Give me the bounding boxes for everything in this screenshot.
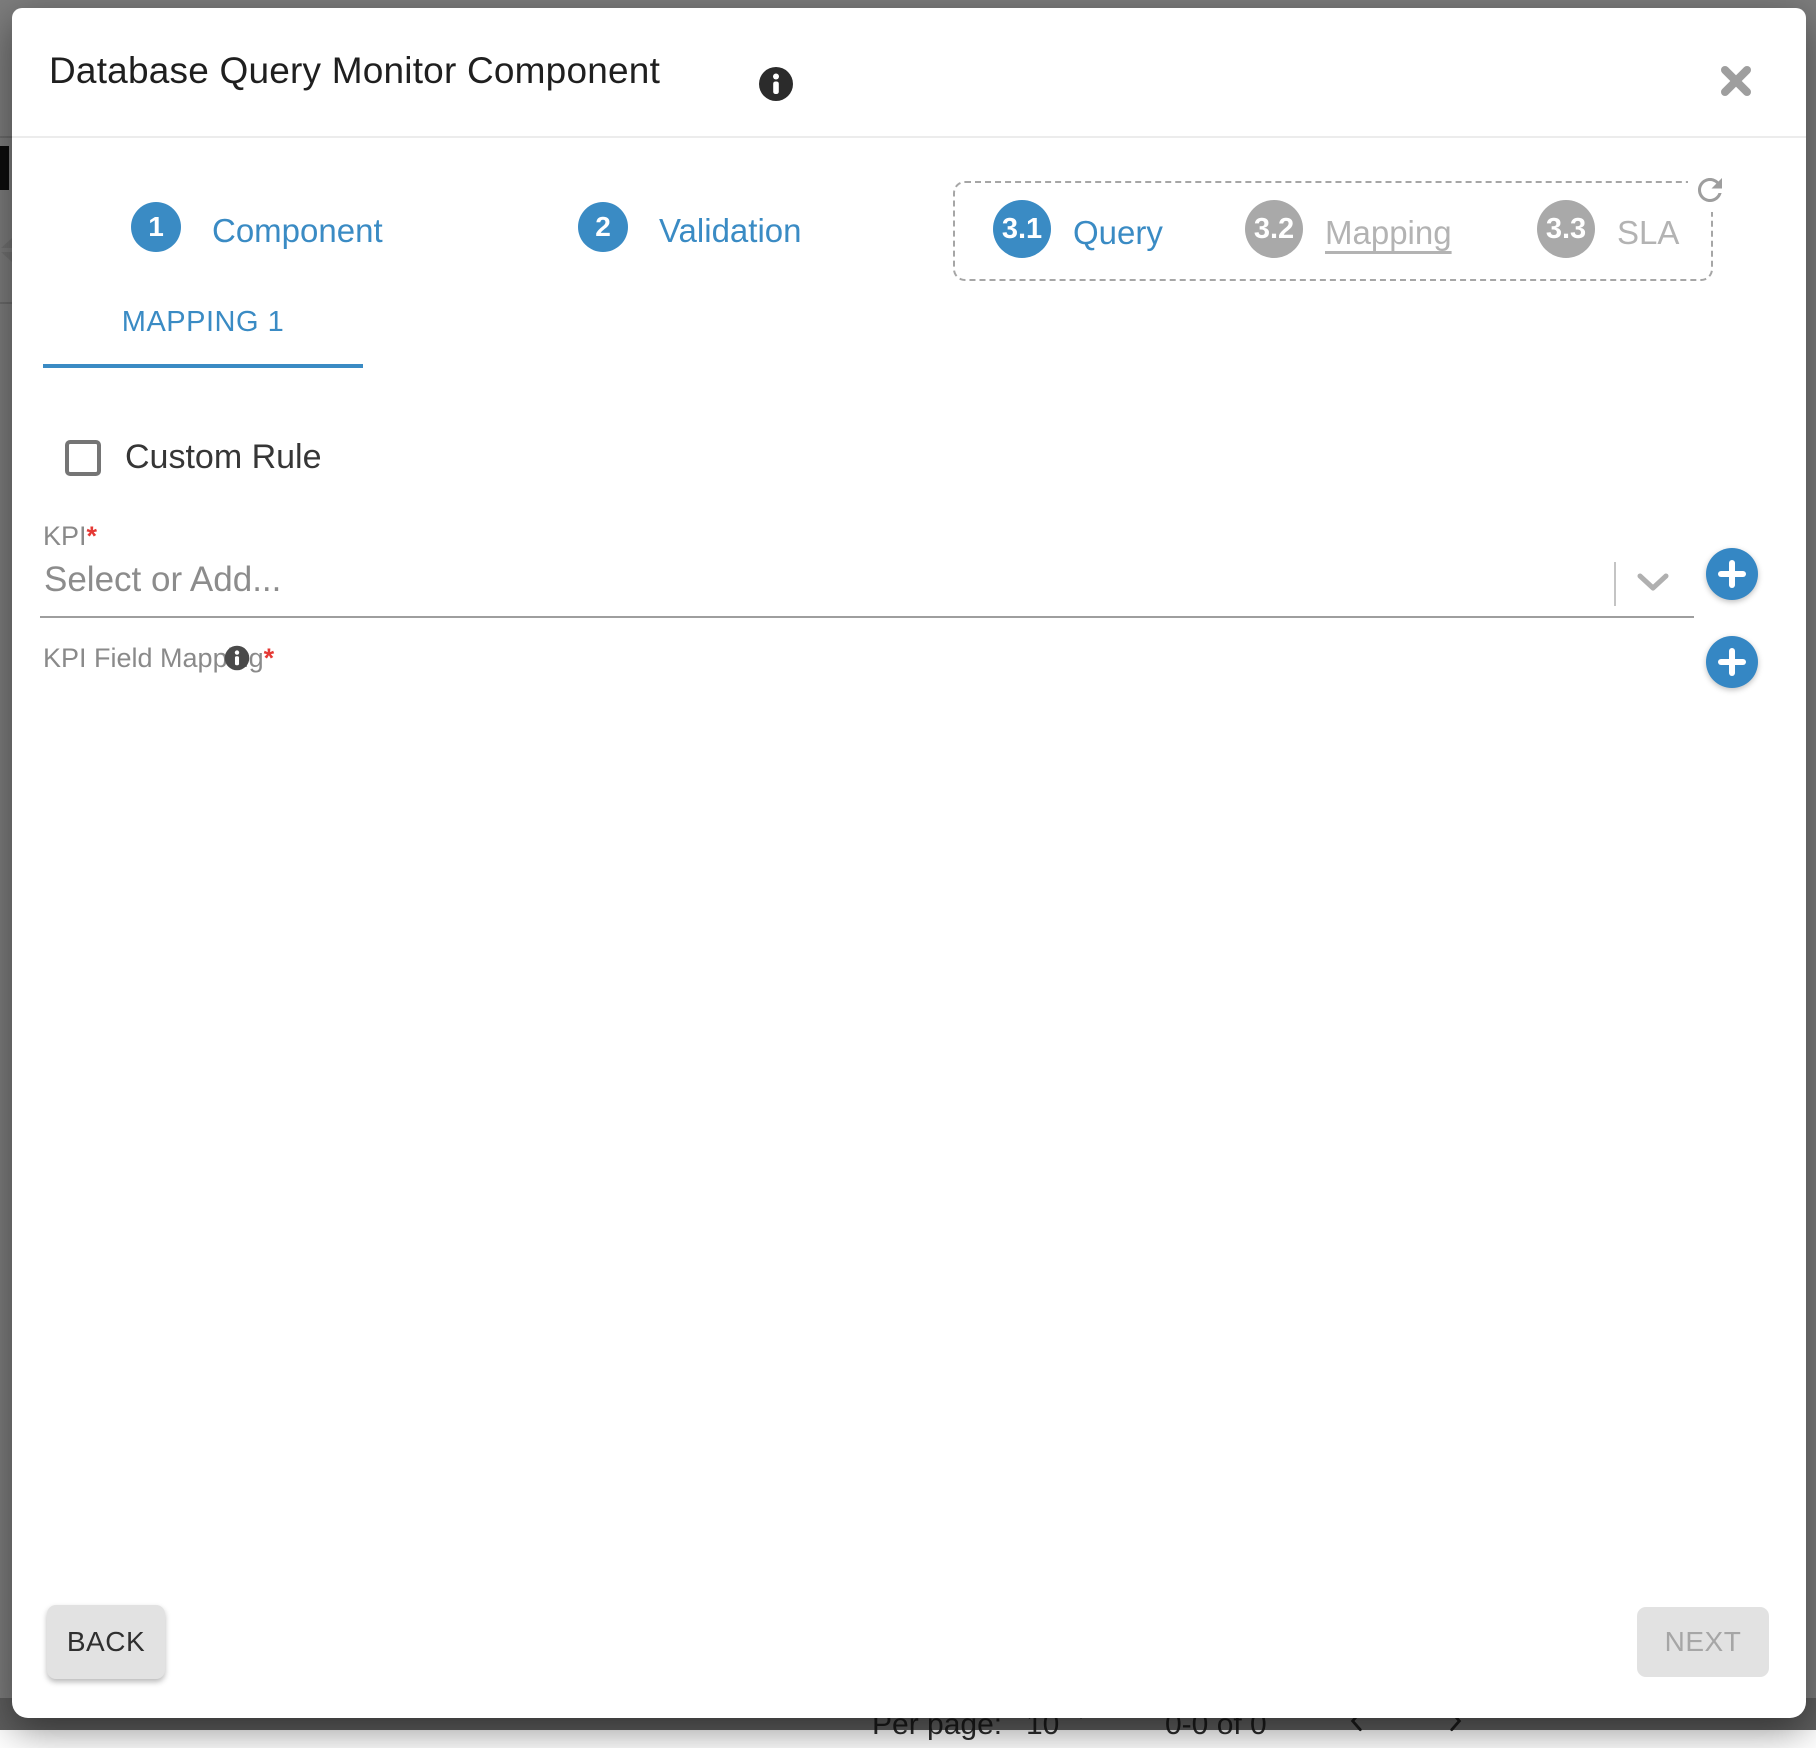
tab-mapping-1-label: MAPPING 1 bbox=[43, 306, 363, 339]
kpi-field-mapping-required-marker: * bbox=[264, 643, 275, 673]
step-3-1-label[interactable]: Query bbox=[1073, 214, 1163, 252]
add-kpi-button[interactable] bbox=[1706, 548, 1758, 600]
step-3-3-label[interactable]: SLA bbox=[1617, 214, 1679, 252]
database-query-monitor-dialog: Database Query Monitor Component 1 Compo… bbox=[12, 8, 1806, 1718]
info-icon[interactable] bbox=[224, 645, 250, 671]
custom-rule-label: Custom Rule bbox=[125, 438, 322, 477]
step-3-1-circle[interactable]: 3.1 bbox=[993, 200, 1051, 258]
close-icon[interactable] bbox=[1716, 61, 1756, 101]
dialog-title: Database Query Monitor Component bbox=[49, 50, 660, 92]
next-button[interactable]: NEXT bbox=[1637, 1607, 1769, 1677]
step-2-circle[interactable]: 2 bbox=[578, 202, 628, 252]
step-1-label[interactable]: Component bbox=[212, 212, 383, 250]
step-2-label[interactable]: Validation bbox=[659, 212, 802, 250]
custom-rule-checkbox[interactable] bbox=[65, 440, 101, 476]
step-3-2-circle[interactable]: 3.2 bbox=[1245, 200, 1303, 258]
chevron-down-icon[interactable] bbox=[1636, 570, 1670, 594]
kpi-select-placeholder: Select or Add... bbox=[44, 560, 281, 600]
tab-active-indicator bbox=[43, 364, 363, 368]
kpi-label-text: KPI bbox=[43, 521, 87, 551]
kpi-select-input[interactable]: Select or Add... bbox=[40, 548, 1694, 618]
step-3-2-label[interactable]: Mapping bbox=[1325, 214, 1452, 252]
dialog-header: Database Query Monitor Component bbox=[12, 8, 1806, 138]
step-3-3-circle[interactable]: 3.3 bbox=[1537, 200, 1595, 258]
tab-mapping-1[interactable]: MAPPING 1 bbox=[43, 286, 363, 368]
back-button[interactable]: BACK bbox=[47, 1605, 165, 1679]
custom-rule-row[interactable]: Custom Rule bbox=[65, 438, 322, 477]
refresh-icon[interactable] bbox=[1688, 168, 1732, 212]
kpi-required-marker: * bbox=[87, 521, 98, 551]
step-1-circle[interactable]: 1 bbox=[131, 202, 181, 252]
add-kpi-field-mapping-button[interactable] bbox=[1706, 636, 1758, 688]
kpi-select-separator bbox=[1614, 562, 1616, 606]
info-icon[interactable] bbox=[758, 66, 794, 102]
